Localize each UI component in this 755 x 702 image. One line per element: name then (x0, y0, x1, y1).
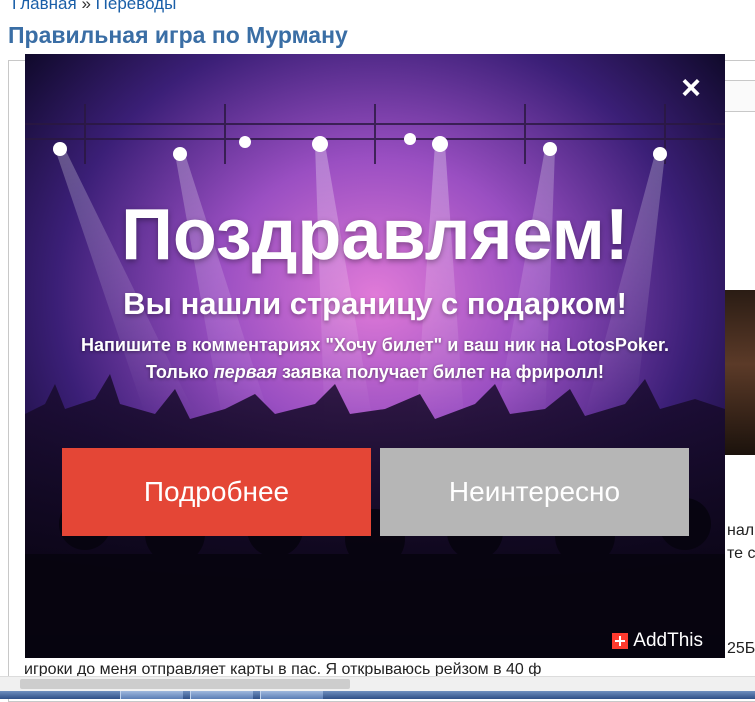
article-text-fragment: 25Б (727, 640, 755, 657)
scrollbar-thumb[interactable] (20, 679, 350, 689)
addthis-plus-icon (612, 633, 629, 649)
breadcrumb-home-link[interactable]: Главная (12, 0, 77, 13)
popup-condition-suffix: заявка получает билет на фриролл! (276, 362, 604, 382)
addthis-label: AddThis (633, 630, 703, 651)
taskbar-button[interactable] (260, 691, 323, 699)
taskbar-button[interactable] (120, 691, 183, 699)
breadcrumb: Главная » Переводы (12, 0, 176, 14)
breadcrumb-separator: » (81, 0, 91, 13)
taskbar-button[interactable] (190, 691, 253, 699)
concert-background-image (25, 54, 725, 658)
popup-heading: Поздравляем! (121, 195, 629, 275)
breadcrumb-section-link[interactable]: Переводы (96, 0, 177, 13)
not-interested-button[interactable]: Неинтересно (380, 448, 689, 536)
more-details-button[interactable]: Подробнее (62, 448, 371, 536)
close-icon[interactable]: × (673, 70, 709, 106)
horizontal-scrollbar[interactable] (0, 676, 755, 692)
popup-instruction: Напишите в комментариях "Хочу билет" и в… (81, 335, 669, 355)
article-text-fragment: нал (727, 522, 755, 539)
taskbar (0, 691, 755, 699)
article-photo (724, 290, 755, 455)
addthis-branding[interactable]: AddThis (612, 630, 703, 652)
popup-subheading: Вы нашли страницу с подарком! (123, 286, 627, 321)
article-text-fragment: те с (727, 545, 755, 562)
page-title: Правильная игра по Мурману (8, 22, 348, 48)
gift-popup: × Поздравляем! Вы нашли страницу с подар… (25, 54, 725, 658)
popup-condition: Только первая заявка получает билет на ф… (25, 362, 725, 383)
popup-condition-emphasis: первая (213, 362, 277, 382)
popup-condition-prefix: Только (146, 362, 214, 382)
